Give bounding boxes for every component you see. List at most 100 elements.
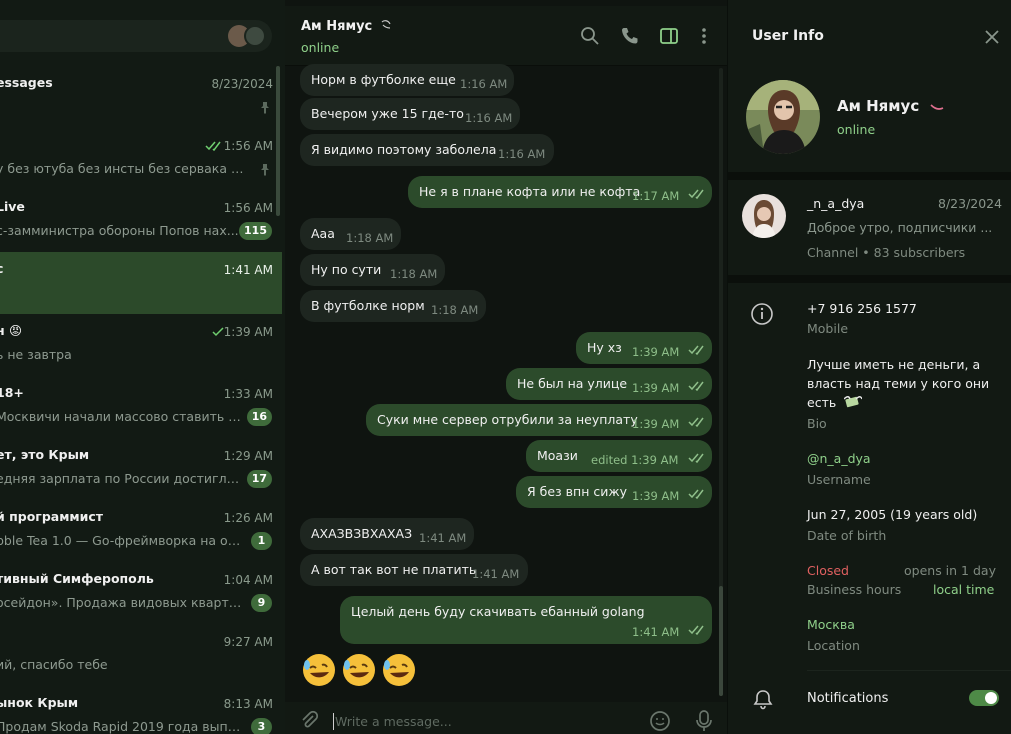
- chat-list-item[interactable]: 1:56 AM у без ютуба без инсты без сервак…: [0, 128, 282, 190]
- chat-name: н 😡: [0, 323, 23, 338]
- message-text: Норм в футболке еще: [311, 72, 456, 87]
- chat-list-item[interactable]: ет, это Крым 1:29 AM едняя зарплата по Р…: [0, 438, 282, 500]
- message-in[interactable]: Вечером уже 15 где-то 1:16 AM: [300, 98, 520, 130]
- message-out[interactable]: Суки мне сервер отрубили за неуплату 1:3…: [366, 404, 712, 436]
- message-out[interactable]: Не был на улице 1:39 AM: [506, 368, 712, 400]
- close-icon[interactable]: [984, 29, 1000, 45]
- chat-name: ет, это Крым: [0, 447, 90, 462]
- message-in[interactable]: Я видимо поэтому заболела 1:16 AM: [300, 134, 554, 166]
- message-in[interactable]: В футболке норм 1:18 AM: [300, 290, 486, 322]
- attach-icon[interactable]: [299, 710, 319, 730]
- chat-time: 8:13 AM: [223, 697, 273, 711]
- unread-badge: 1: [251, 532, 272, 550]
- emoji-picker-icon[interactable]: [649, 710, 671, 732]
- chat-name: ынок Крым: [0, 695, 79, 710]
- message-text: Я видимо поэтому заболела: [311, 142, 497, 157]
- chat-list-item[interactable]: н 😡 1:39 AM ь не завтра: [0, 314, 282, 376]
- notifications-label[interactable]: Notifications: [807, 691, 888, 706]
- double-check-icon: [688, 189, 704, 199]
- chat-time: 8/23/2024: [211, 77, 273, 91]
- pin-icon: [261, 102, 269, 114]
- story-avatar[interactable]: [244, 25, 266, 47]
- location-label: Location: [807, 638, 860, 653]
- row-divider: [807, 670, 1011, 671]
- search-icon[interactable]: [580, 26, 600, 46]
- message-out[interactable]: Я без впн сижу 1:39 AM: [516, 476, 712, 508]
- chat-name: с: [0, 261, 3, 276]
- notifications-toggle[interactable]: [969, 690, 999, 706]
- chat-list-scrollbar[interactable]: [276, 66, 280, 216]
- chat-time: 1:41 AM: [223, 263, 273, 277]
- message-in[interactable]: Норм в футболке еще 1:16 AM: [300, 64, 514, 96]
- unread-badge: 16: [246, 408, 272, 426]
- message-time: 1:18 AM: [346, 231, 394, 245]
- chat-header: Ам Нямус online: [285, 6, 728, 66]
- channel-date: 8/23/2024: [938, 196, 1003, 211]
- phone-icon[interactable]: [620, 26, 640, 46]
- channel-meta: Channel • 83 subscribers: [807, 245, 966, 260]
- location-value[interactable]: Москва: [807, 615, 855, 634]
- toggle-knob: [985, 692, 997, 704]
- unread-badge: 115: [239, 222, 272, 240]
- chat-list-item[interactable]: Live 1:56 AM с-замминистра обороны Попов…: [0, 190, 282, 252]
- chat-preview: едняя зарплата по России достигла п...: [0, 471, 244, 486]
- chat-list-item[interactable]: тивный Симферополь 1:04 AM осейдон». Про…: [0, 562, 282, 624]
- chat-time: 1:29 AM: [223, 449, 273, 463]
- double-check-icon: [688, 625, 704, 635]
- chat-list-item[interactable]: й программист 1:26 AM bble Tea 1.0 — Go-…: [0, 500, 282, 562]
- chat-list-item[interactable]: ынок Крым 8:13 AM Продам Skoda Rapid 201…: [0, 686, 282, 734]
- scrollbar-thumb[interactable]: [719, 586, 723, 696]
- message-text: Я без впн сижу: [527, 484, 628, 499]
- chat-list-item[interactable]: 9:27 AM ий, спасибо тебе: [0, 624, 282, 686]
- chat-preview: ий, спасибо тебе: [0, 657, 108, 672]
- rofl-emoji-icon[interactable]: [381, 652, 417, 688]
- panel-title: User Info: [752, 28, 824, 44]
- username-link[interactable]: @n_a_dya: [807, 449, 871, 468]
- chat-list-item-active[interactable]: с 1:41 AM: [0, 252, 282, 314]
- avatar[interactable]: [746, 80, 820, 154]
- phone-number[interactable]: +7 916 256 1577: [807, 299, 917, 318]
- message-text: Целый день буду скачивать ебанный golang: [351, 604, 645, 619]
- double-check-icon: [688, 453, 704, 463]
- birth-date[interactable]: Jun 27, 2005 (19 years old): [807, 505, 977, 524]
- status-emoji-icon: [930, 104, 944, 110]
- business-hours-status[interactable]: Closed: [807, 561, 849, 580]
- message-out[interactable]: Ну хз 1:39 AM: [576, 332, 712, 364]
- search-bar[interactable]: [0, 20, 272, 52]
- chat-preview: Москвичи начали массово ставить б...: [0, 409, 244, 424]
- chat-name: тивный Симферополь: [0, 571, 154, 586]
- message-in[interactable]: Ну по сути 1:18 AM: [300, 254, 445, 286]
- chat-title[interactable]: Ам Нямус: [301, 19, 392, 34]
- message-scrollbar[interactable]: [719, 68, 723, 696]
- business-hours-opens: opens in 1 day: [904, 563, 996, 578]
- message-out[interactable]: Целый день буду скачивать ебанный golang…: [340, 596, 712, 644]
- double-check-icon: [688, 381, 704, 391]
- message-text: Суки мне сервер отрубили за неуплату: [377, 412, 638, 427]
- chat-name: Live: [0, 199, 25, 214]
- channel-name: _n_a_dya: [807, 196, 865, 211]
- chat-list-item[interactable]: 18+ 1:33 AM Москвичи начали массово став…: [0, 376, 282, 438]
- message-out[interactable]: Моази edited 1:39 AM: [526, 440, 712, 472]
- bio-label: Bio: [807, 416, 827, 431]
- sidebar-toggle-icon[interactable]: [659, 26, 679, 46]
- message-in[interactable]: А вот так вот не платить 1:41 AM: [300, 554, 528, 586]
- message-composer: Write a message...: [285, 702, 728, 734]
- rofl-emoji-icon[interactable]: [341, 652, 377, 688]
- message-input[interactable]: Write a message...: [335, 714, 452, 729]
- microphone-icon[interactable]: [695, 709, 713, 733]
- message-out[interactable]: Не я в плане кофта или не кофта 1:17 AM: [408, 176, 712, 208]
- user-name: Ам Нямус: [837, 97, 944, 115]
- message-in[interactable]: АХАЗВЗВХАХАЗ 1:41 AM: [300, 518, 474, 550]
- chat-list-item[interactable]: essages 8/23/2024: [0, 66, 282, 128]
- local-time-toggle[interactable]: local time: [933, 582, 994, 597]
- unread-badge: 17: [246, 470, 272, 488]
- message-in[interactable]: Ааа 1:18 AM: [300, 218, 401, 250]
- bio-text[interactable]: Лучше иметь не деньги, а власть над теми…: [807, 355, 989, 412]
- channel-preview: Доброе утро, подписчики ...: [807, 220, 993, 235]
- rofl-emoji-icon[interactable]: [301, 652, 337, 688]
- pin-icon: [261, 164, 269, 176]
- more-menu-icon[interactable]: [694, 26, 714, 46]
- message-time: 1:41 AM: [632, 625, 680, 639]
- message-text: Моази: [537, 448, 578, 463]
- chat-time: 1:56 AM: [223, 201, 273, 215]
